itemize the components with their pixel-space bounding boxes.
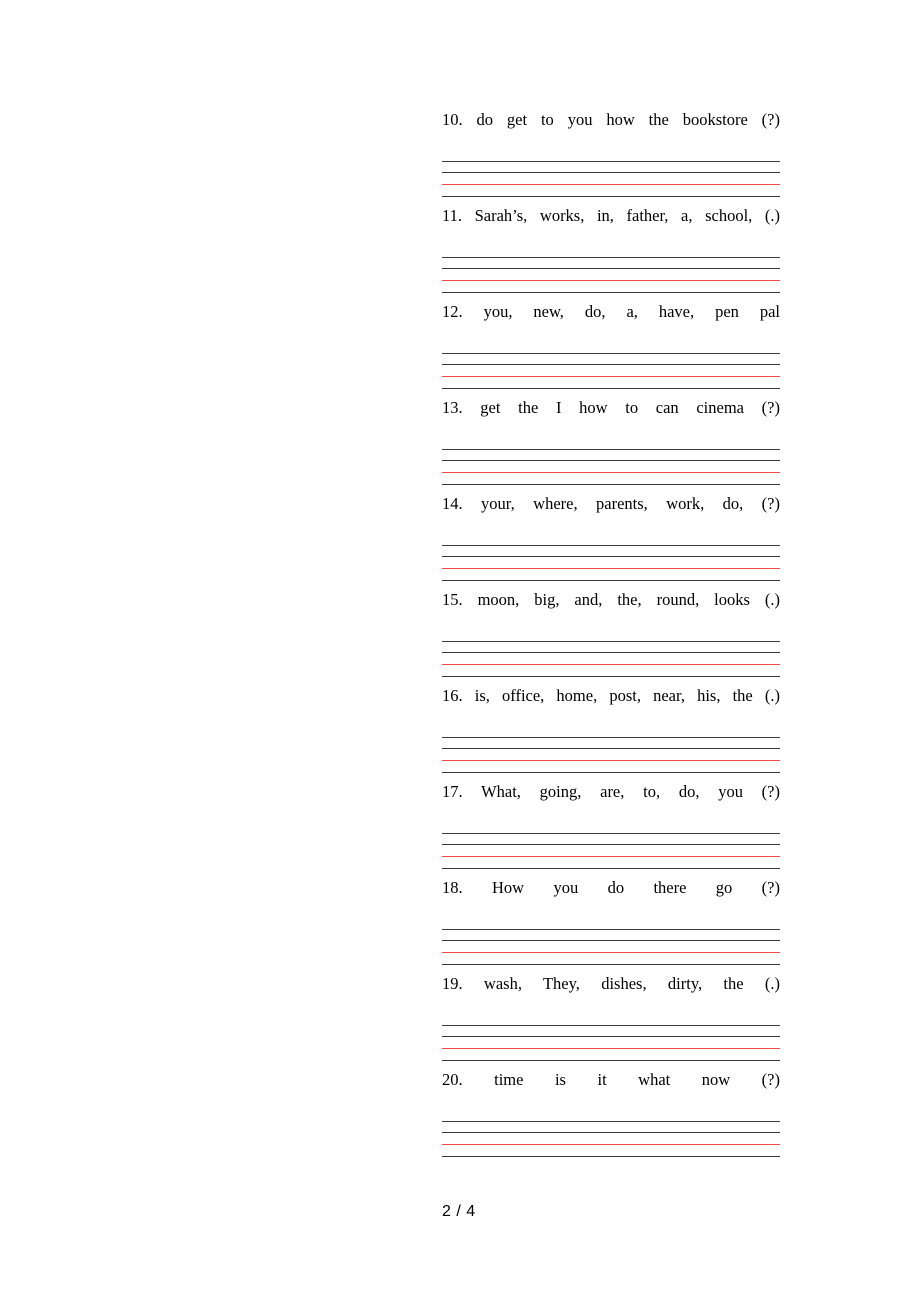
page-number-footer: 2 / 4 [442,1203,476,1220]
answer-rule-dark[interactable] [442,940,780,941]
answer-rule-dark[interactable] [442,640,780,642]
answer-rule-dark[interactable] [442,172,780,173]
item-prompt-12: 12. you, new, do, a, have, pen pal [442,302,780,321]
answer-rule-dark[interactable] [442,736,780,738]
worksheet-item: 18. How you do there go (?) [442,878,780,974]
worksheet-page: 10. do get to you how the bookstore (?) … [0,0,920,1302]
answer-rule-dark[interactable] [442,844,780,845]
answer-rule-red[interactable] [442,567,780,569]
answer-rule-dark[interactable] [442,1120,780,1122]
item-prompt-18: 18. How you do there go (?) [442,878,780,897]
answer-rule-red[interactable] [442,471,780,473]
worksheet-item: 16. is, office, home, post, near, his, t… [442,686,780,782]
item-prompt-13: 13. get the I how to can cinema (?) [442,398,780,417]
answer-rule-red[interactable] [442,1143,780,1145]
answer-rule-dark[interactable] [442,1156,780,1157]
answer-rule-red[interactable] [442,279,780,281]
item-prompt-16: 16. is, office, home, post, near, his, t… [442,686,780,705]
answer-lines-18[interactable] [442,917,780,965]
item-prompt-10: 10. do get to you how the bookstore (?) [442,110,780,129]
answer-rule-dark[interactable] [442,460,780,461]
answer-rule-red[interactable] [442,183,780,185]
answer-lines-11[interactable] [442,245,780,293]
answer-rule-dark[interactable] [442,772,780,773]
item-prompt-15: 15. moon, big, and, the, round, looks (.… [442,590,780,609]
item-prompt-17: 17. What, going, are, to, do, you (?) [442,782,780,801]
worksheet-item: 11. Sarah’s, works, in, father, a, schoo… [442,206,780,302]
worksheet-item: 19. wash, They, dishes, dirty, the (.) [442,974,780,1070]
answer-rule-dark[interactable] [442,448,780,450]
answer-rule-dark[interactable] [442,748,780,749]
answer-lines-10[interactable] [442,149,780,197]
worksheet-item: 13. get the I how to can cinema (?) [442,398,780,494]
worksheet-item: 17. What, going, are, to, do, you (?) [442,782,780,878]
item-prompt-20: 20. time is it what now (?) [442,1070,780,1089]
answer-rule-red[interactable] [442,375,780,377]
worksheet-item: 12. you, new, do, a, have, pen pal [442,302,780,398]
answer-lines-17[interactable] [442,821,780,869]
worksheet-item: 14. your, where, parents, work, do, (?) [442,494,780,590]
answer-rule-red[interactable] [442,1047,780,1049]
answer-lines-14[interactable] [442,533,780,581]
answer-lines-20[interactable] [442,1109,780,1157]
answer-rule-dark[interactable] [442,1132,780,1133]
answer-rule-dark[interactable] [442,268,780,269]
answer-rule-dark[interactable] [442,196,780,197]
answer-rule-dark[interactable] [442,1036,780,1037]
answer-rule-dark[interactable] [442,652,780,653]
item-prompt-11: 11. Sarah’s, works, in, father, a, schoo… [442,206,780,225]
answer-rule-dark[interactable] [442,928,780,930]
answer-rule-dark[interactable] [442,832,780,834]
answer-rule-dark[interactable] [442,544,780,546]
answer-rule-red[interactable] [442,663,780,665]
answer-lines-12[interactable] [442,341,780,389]
answer-rule-dark[interactable] [442,160,780,162]
item-prompt-14: 14. your, where, parents, work, do, (?) [442,494,780,513]
answer-rule-dark[interactable] [442,1060,780,1061]
answer-lines-16[interactable] [442,725,780,773]
worksheet-item: 20. time is it what now (?) [442,1070,780,1166]
answer-rule-red[interactable] [442,855,780,857]
item-prompt-19: 19. wash, They, dishes, dirty, the (.) [442,974,780,993]
worksheet-items-list: 10. do get to you how the bookstore (?) … [442,110,780,1166]
answer-rule-dark[interactable] [442,364,780,365]
answer-rule-dark[interactable] [442,352,780,354]
answer-rule-dark[interactable] [442,388,780,389]
answer-rule-dark[interactable] [442,256,780,258]
answer-rule-dark[interactable] [442,580,780,581]
answer-lines-19[interactable] [442,1013,780,1061]
answer-rule-dark[interactable] [442,556,780,557]
answer-lines-15[interactable] [442,629,780,677]
answer-rule-dark[interactable] [442,484,780,485]
answer-rule-dark[interactable] [442,1024,780,1026]
answer-rule-dark[interactable] [442,292,780,293]
answer-rule-dark[interactable] [442,964,780,965]
answer-rule-dark[interactable] [442,868,780,869]
worksheet-item: 15. moon, big, and, the, round, looks (.… [442,590,780,686]
answer-rule-dark[interactable] [442,676,780,677]
answer-rule-red[interactable] [442,951,780,953]
answer-rule-red[interactable] [442,759,780,761]
answer-lines-13[interactable] [442,437,780,485]
worksheet-item: 10. do get to you how the bookstore (?) [442,110,780,206]
